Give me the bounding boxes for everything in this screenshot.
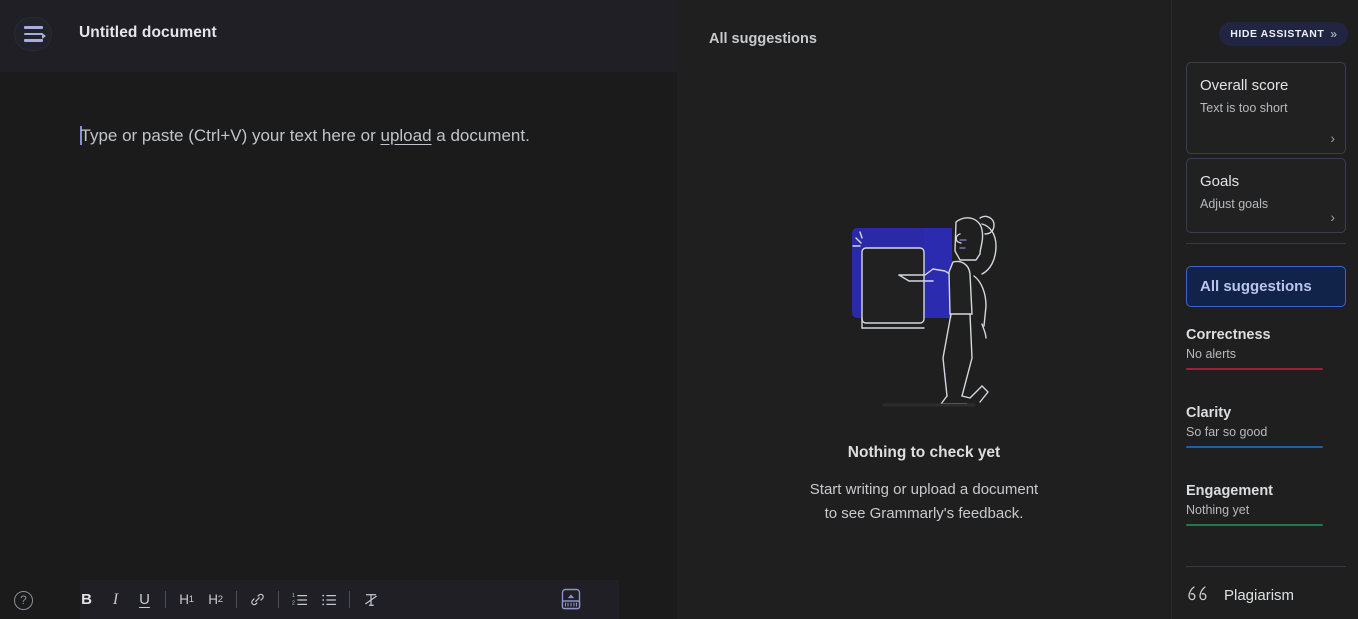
- upload-link[interactable]: upload: [380, 126, 431, 145]
- hide-assistant-button[interactable]: HIDE ASSISTANT »: [1219, 22, 1348, 46]
- sidebar-divider: [1186, 243, 1346, 244]
- empty-state-subtitle: Start writing or upload a document to se…: [810, 478, 1038, 526]
- suggestions-pane: All suggestions Nothing to check yet Sta…: [677, 0, 1172, 619]
- goals-card[interactable]: Goals Adjust goals ›: [1186, 158, 1346, 233]
- plagiarism-item[interactable]: Plagiarism: [1186, 583, 1294, 608]
- empty-state-subtitle-line1: Start writing or upload a document: [809, 481, 1039, 498]
- category-status: So far so good: [1186, 425, 1268, 439]
- document-body[interactable]: Type or paste (Ctrl+V) your text here or…: [0, 72, 677, 619]
- clear-formatting-icon[interactable]: [356, 580, 385, 619]
- overall-score-subtitle: Text is too short: [1200, 101, 1288, 115]
- suggestions-title: All suggestions: [709, 31, 817, 47]
- all-suggestions-label: All suggestions: [1200, 278, 1312, 295]
- category-name: Engagement: [1186, 483, 1274, 499]
- category-status: Nothing yet: [1186, 503, 1250, 517]
- heading1-button[interactable]: H1: [172, 580, 201, 619]
- quotation-mark-icon: [1186, 583, 1210, 608]
- italic-button[interactable]: I: [101, 580, 130, 619]
- category-underline-correctness: [1186, 368, 1323, 370]
- chevron-right-icon: ›: [1330, 209, 1335, 225]
- bullet-list-icon[interactable]: [314, 580, 343, 619]
- hamburger-bars: [23, 26, 43, 42]
- placeholder-text-before: Type or paste (Ctrl+V) your text here or: [80, 126, 381, 145]
- help-icon[interactable]: ?: [14, 591, 33, 610]
- overall-score-title: Overall score: [1200, 77, 1289, 94]
- heading2-button[interactable]: H2: [201, 580, 230, 619]
- bold-button[interactable]: B: [72, 580, 101, 619]
- toolbar-separator: [278, 591, 279, 608]
- overall-score-card[interactable]: Overall score Text is too short ›: [1186, 62, 1346, 154]
- empty-state: Nothing to check yet Start writing or up…: [677, 200, 1171, 526]
- svg-text:1: 1: [292, 593, 295, 599]
- heading2-sub: 2: [217, 594, 223, 605]
- svg-text:2: 2: [292, 600, 295, 606]
- toolbar-buttons: B I U H1 H2 1 2: [72, 580, 385, 619]
- category-name: Clarity: [1186, 405, 1232, 421]
- category-engagement[interactable]: Engagement Nothing yet: [1186, 483, 1326, 526]
- hamburger-menu-icon[interactable]: [14, 17, 52, 51]
- empty-state-subtitle-line2: to see Grammarly's feedback.: [824, 505, 1024, 522]
- toolbar-separator: [165, 591, 166, 608]
- heading2-label: H: [208, 592, 218, 607]
- plagiarism-label: Plagiarism: [1224, 587, 1295, 604]
- toolbar-separator: [349, 591, 350, 608]
- placeholder-text-after: a document.: [431, 126, 530, 145]
- editor-header: Untitled document: [0, 0, 677, 72]
- editor-placeholder[interactable]: Type or paste (Ctrl+V) your text here or…: [80, 126, 530, 146]
- category-underline-clarity: [1186, 446, 1323, 448]
- empty-state-title: Nothing to check yet: [847, 444, 1001, 461]
- category-underline-engagement: [1186, 524, 1323, 526]
- link-icon[interactable]: [243, 580, 272, 619]
- assistant-sidebar: HIDE ASSISTANT » Overall score Text is t…: [1172, 0, 1358, 619]
- hamburger-bar: [23, 26, 43, 29]
- hamburger-bar: [23, 32, 43, 36]
- chevron-right-icon: [42, 33, 46, 39]
- chevron-right-icon: ›: [1330, 130, 1335, 146]
- hide-assistant-label: HIDE ASSISTANT: [1230, 28, 1325, 40]
- ordered-list-icon[interactable]: 1 2: [285, 580, 314, 619]
- toolbar-separator: [236, 591, 237, 608]
- goals-title: Goals: [1200, 173, 1240, 190]
- all-suggestions-button[interactable]: All suggestions: [1186, 266, 1346, 307]
- underline-button[interactable]: U: [130, 580, 159, 619]
- heading1-sub: 1: [188, 594, 194, 605]
- goals-subtitle: Adjust goals: [1200, 197, 1269, 211]
- app-root: Untitled document Type or paste (Ctrl+V)…: [0, 0, 1358, 619]
- category-status: No alerts: [1186, 347, 1237, 361]
- heading1-label: H: [179, 592, 189, 607]
- double-chevron-right-icon: »: [1330, 27, 1337, 41]
- woman-pointing-at-document-illustration: [852, 215, 997, 407]
- page-title: Untitled document: [79, 24, 217, 41]
- hamburger-bar: [23, 39, 43, 42]
- editor-toolbar: ? B I U H1 H2 1 2: [0, 580, 677, 619]
- upload-document-icon[interactable]: [556, 584, 586, 614]
- category-name: Correctness: [1186, 327, 1271, 343]
- editor-pane: Untitled document Type or paste (Ctrl+V)…: [0, 0, 677, 619]
- category-clarity[interactable]: Clarity So far so good: [1186, 405, 1326, 448]
- sidebar-divider: [1186, 566, 1346, 567]
- category-correctness[interactable]: Correctness No alerts: [1186, 327, 1326, 370]
